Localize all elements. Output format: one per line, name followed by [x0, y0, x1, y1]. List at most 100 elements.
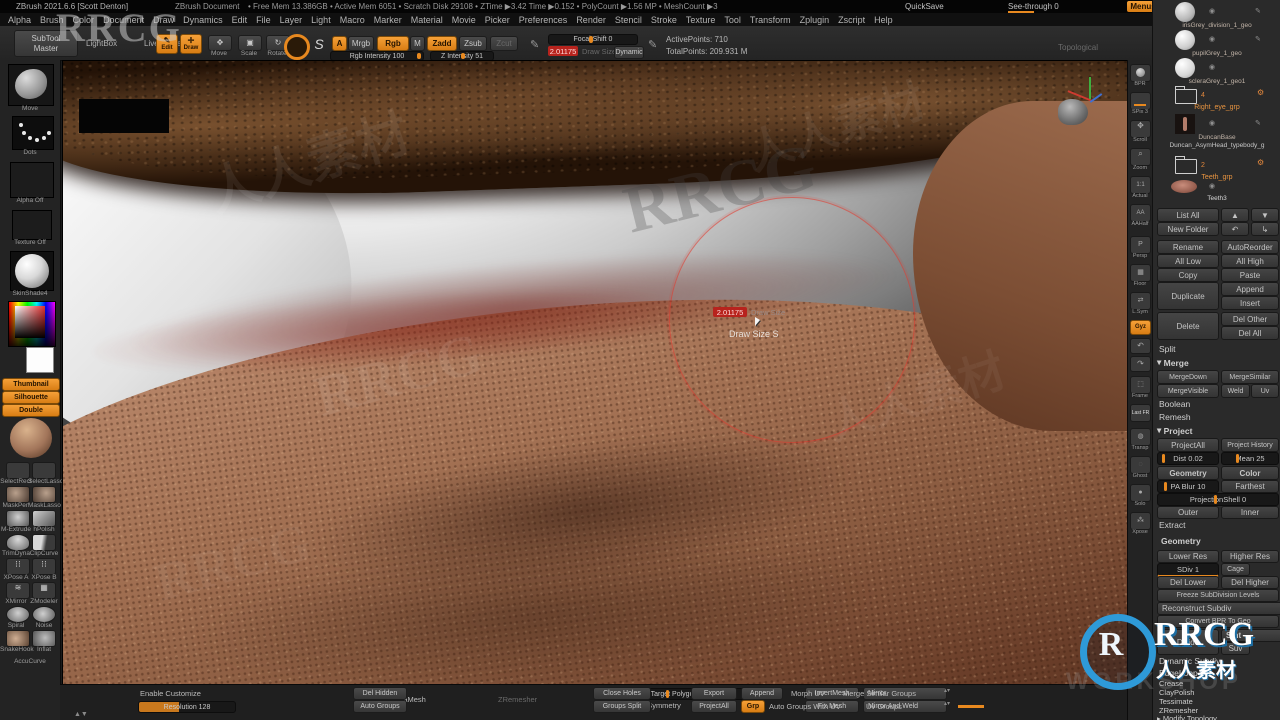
- menu-draw[interactable]: Draw: [153, 15, 174, 25]
- stroke-thumbnail[interactable]: [12, 116, 54, 150]
- silhouette-toggle[interactable]: Silhouette: [2, 391, 60, 404]
- lower-res-button[interactable]: Lower Res: [1157, 550, 1219, 563]
- merge-visible-button[interactable]: MergeVisible: [1157, 384, 1219, 398]
- merge-similar-button[interactable]: MergeSimilar: [1221, 370, 1279, 384]
- subtool-row-right-eye-grp[interactable]: 4 Right_eye_grp ⚙: [1157, 86, 1277, 112]
- subtool-up-button[interactable]: ▲: [1221, 208, 1249, 222]
- farthest-button[interactable]: Farthest: [1221, 480, 1279, 493]
- split-section[interactable]: Split: [1159, 344, 1176, 354]
- subtool-row-head-typebody[interactable]: Duncan_AsymHead_typebody_g: [1157, 142, 1277, 154]
- sculpt-viewport[interactable]: 2.01175 Draw Size Draw Size S 人人素材 RRCG …: [62, 60, 1128, 686]
- redo-button[interactable]: ↷: [1130, 356, 1151, 372]
- subtool-down-button[interactable]: ▼: [1251, 208, 1279, 222]
- thumbnail-toggle[interactable]: Thumbnail: [2, 378, 60, 391]
- brush-xmirror[interactable]: ≋: [6, 582, 30, 599]
- resolution-slider[interactable]: Resolution 128: [138, 701, 236, 713]
- auto-groups-button[interactable]: Auto Groups: [353, 700, 407, 713]
- edgeloop-section[interactable]: EdgeLoop: [1159, 668, 1198, 678]
- brush-thumbnail[interactable]: [8, 64, 54, 106]
- mini-slider-orange[interactable]: [958, 705, 984, 708]
- alpha-thumbnail[interactable]: [10, 162, 54, 198]
- visibility-eye-icon[interactable]: ◉: [1209, 7, 1215, 15]
- folder-move-down-button[interactable]: ↳: [1251, 222, 1279, 236]
- brush-maskpen[interactable]: [6, 486, 30, 503]
- menu-brush[interactable]: Brush: [40, 15, 64, 25]
- higher-res-button[interactable]: Higher Res: [1221, 550, 1279, 563]
- all-low-button[interactable]: All Low: [1157, 254, 1219, 268]
- nav-rock-thumb[interactable]: [1058, 99, 1088, 125]
- zcut-toggle[interactable]: Zcut: [490, 36, 518, 51]
- outer-button[interactable]: Outer: [1157, 506, 1219, 519]
- brush-noise[interactable]: [32, 606, 56, 623]
- menu-help[interactable]: Help: [874, 15, 893, 25]
- xpose-button[interactable]: ⁂: [1130, 512, 1151, 530]
- tessimate-section[interactable]: Tessimate: [1159, 697, 1193, 706]
- project-color-toggle[interactable]: Color: [1221, 466, 1279, 480]
- brush-xpose-a[interactable]: ⁝⁝: [6, 558, 30, 575]
- pa-blur-slider[interactable]: PA Blur 10: [1157, 480, 1219, 493]
- menu-macro[interactable]: Macro: [340, 15, 365, 25]
- project-geometry-toggle[interactable]: Geometry: [1157, 466, 1219, 480]
- brush-snakehook[interactable]: [6, 630, 30, 647]
- del-all-button[interactable]: Del All: [1221, 326, 1279, 340]
- current-color-swatch[interactable]: [26, 347, 54, 373]
- m-toggle[interactable]: M: [410, 36, 425, 51]
- menu-picker[interactable]: Picker: [485, 15, 510, 25]
- visibility-eye-icon[interactable]: ◉: [1209, 35, 1215, 43]
- new-folder-button[interactable]: New Folder: [1157, 222, 1219, 236]
- pa-blur-thumb[interactable]: [1164, 482, 1167, 491]
- del-other-button[interactable]: Del Other: [1221, 312, 1279, 326]
- visibility-eye-icon[interactable]: ◉: [1209, 119, 1215, 127]
- tray-resize-handle[interactable]: ▲▼: [74, 711, 88, 718]
- menu-movie[interactable]: Movie: [452, 15, 476, 25]
- menu-zscript[interactable]: Zscript: [838, 15, 865, 25]
- inner-button[interactable]: Inner: [1221, 506, 1279, 519]
- current-brush-icon[interactable]: [284, 34, 310, 60]
- texture-thumbnail[interactable]: [12, 210, 52, 240]
- focal-shift-thumb[interactable]: [589, 36, 593, 43]
- brush-zmodeler[interactable]: ▦: [32, 582, 56, 599]
- cage-button[interactable]: Cage: [1221, 563, 1250, 576]
- geometry-section[interactable]: Geometry: [1161, 536, 1201, 546]
- focal-shift-slider[interactable]: Focal Shift 0: [548, 34, 638, 45]
- undo-button[interactable]: ↶: [1130, 338, 1151, 354]
- color-picker[interactable]: [8, 301, 56, 347]
- morph-uv-label-button[interactable]: Morph UV: [791, 689, 825, 698]
- menu-stroke[interactable]: Stroke: [651, 15, 677, 25]
- anchor-toggle[interactable]: A: [332, 36, 347, 51]
- rgb-intensity-thumb[interactable]: [417, 53, 421, 59]
- mean-slider[interactable]: Mean 25: [1221, 452, 1279, 465]
- crease-section[interactable]: Crease: [1159, 679, 1183, 688]
- enable-customize-button[interactable]: Enable Customize: [140, 689, 201, 698]
- all-high-button[interactable]: All High: [1221, 254, 1279, 268]
- brush-clipcurve[interactable]: [32, 534, 56, 551]
- menu-transform[interactable]: Transform: [750, 15, 791, 25]
- subtool-row-sclera[interactable]: scleraGrey_1_geo1 ◉: [1157, 58, 1277, 85]
- scroll-button[interactable]: ✥: [1130, 120, 1151, 138]
- zsub-toggle[interactable]: Zsub: [459, 36, 487, 51]
- uv-button[interactable]: Uv: [1251, 384, 1279, 398]
- visibility-eye-icon[interactable]: ◉: [1209, 182, 1215, 190]
- modify-topology-section[interactable]: ▸ Modify Topology: [1157, 714, 1217, 720]
- move-mode-button[interactable]: ✥: [208, 35, 232, 51]
- menu-alpha[interactable]: Alpha: [8, 15, 31, 25]
- subtool-row-teeth-grp[interactable]: 2 Teeth_grp ⚙: [1157, 156, 1277, 182]
- visibility-eye-icon[interactable]: ◉: [1209, 63, 1215, 71]
- menu-texture[interactable]: Texture: [686, 15, 716, 25]
- subtool-row-iris[interactable]: irisGrey_division_1_geo ◉ ✎: [1157, 2, 1277, 29]
- del-lower-button[interactable]: Del Lower: [1157, 576, 1219, 589]
- dynamic-subdiv-section[interactable]: Dynamic Subdiv: [1159, 656, 1220, 666]
- folder-gear-icon[interactable]: ⚙: [1257, 88, 1264, 97]
- dist-slider[interactable]: Dist 0.02: [1157, 452, 1219, 465]
- menu-light[interactable]: Light: [311, 15, 331, 25]
- menu-material[interactable]: Material: [411, 15, 443, 25]
- folder-gear-icon[interactable]: ⚙: [1257, 158, 1264, 167]
- subtool-master-button[interactable]: SubTool Master: [14, 30, 78, 57]
- subtool-row-teeth3[interactable]: Teeth3 ◉: [1157, 180, 1277, 204]
- z-intensity-thumb[interactable]: [461, 53, 465, 59]
- topological-button[interactable]: Topological: [1058, 43, 1098, 52]
- suv-toggle[interactable]: Suv: [1221, 642, 1250, 655]
- export-button[interactable]: Export: [691, 687, 737, 700]
- project-section[interactable]: ▾ Project: [1157, 425, 1192, 436]
- menu-preferences[interactable]: Preferences: [519, 15, 568, 25]
